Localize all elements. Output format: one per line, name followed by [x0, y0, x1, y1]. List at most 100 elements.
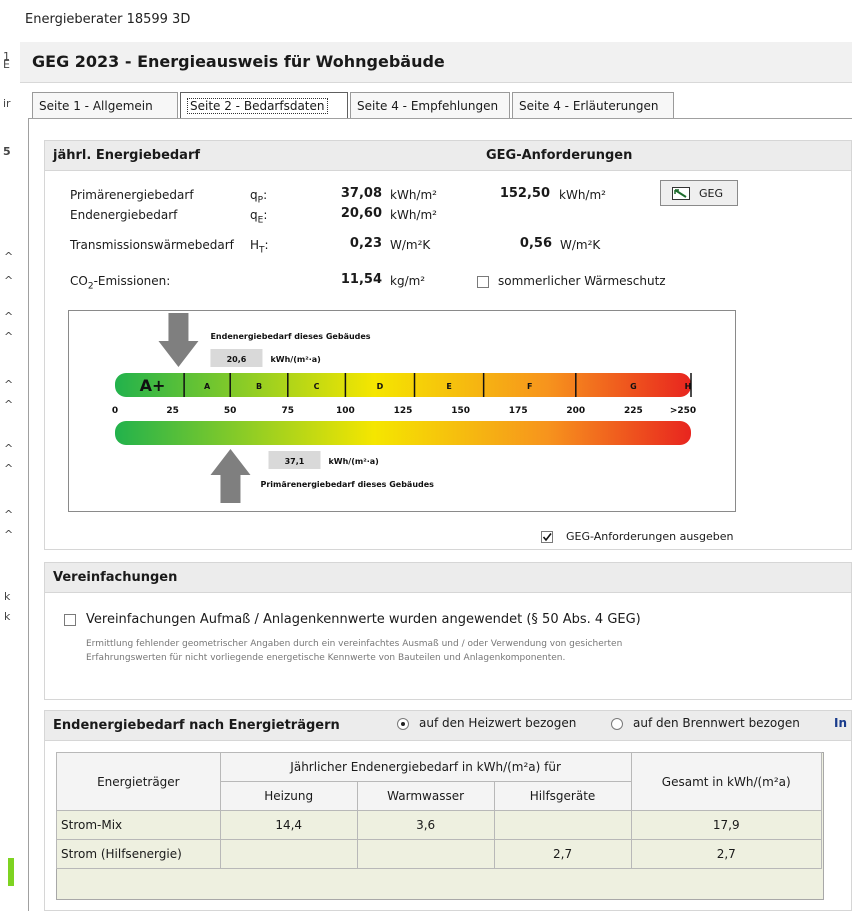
table-row[interactable]: Strom-Mix 14,4 3,6 17,9 [56, 810, 823, 840]
class-label: H [685, 382, 692, 391]
col-energietraeger: Energieträger [56, 752, 221, 811]
cell-name: Strom-Mix [56, 810, 221, 840]
cell-gesamt: 17,9 [630, 810, 823, 840]
primaer-caption: Primärenergiebedarf dieses Gebäudes [260, 480, 434, 489]
strip-mark: ^ [4, 330, 14, 343]
strip-mark: ^ [4, 250, 14, 263]
tab-bedarfsdaten[interactable]: Seite 2 - Bedarfsdaten [180, 92, 348, 119]
sommer-label: sommerlicher Wärmeschutz [498, 274, 666, 288]
geg-button[interactable]: GEG [660, 180, 738, 206]
unit-endenergie: kWh/m² [390, 208, 437, 222]
unit-co2: kg/m² [390, 274, 426, 288]
tick-label: 200 [566, 406, 585, 416]
end-value: 20,6 [227, 355, 247, 364]
cell-name: Strom (Hilfsenergie) [56, 839, 221, 869]
tick-label: 50 [224, 406, 237, 416]
table-row[interactable]: Strom (Hilfsenergie) 2,7 2,7 [56, 839, 823, 869]
tick-label: 100 [336, 406, 355, 416]
geg-value-transmission: 0,56 [519, 236, 552, 251]
cell-hilfsgeraete: 2,7 [493, 839, 632, 869]
label-endenergie: Endenergiebedarf [70, 208, 178, 222]
col-hilfsgeraete: Hilfsgeräte [493, 781, 632, 811]
strip-mark: 5 [3, 145, 11, 158]
tick-label: 225 [624, 406, 643, 416]
end-caption: Endenergiebedarf dieses Gebäudes [210, 332, 370, 341]
section-title: Endenergiebedarf nach Energieträgern [53, 718, 340, 733]
geg-unit-primaer: kWh/m² [559, 188, 606, 202]
window-title: Energieberater 18599 3D [25, 12, 191, 27]
section-title: jährl. Energiebedarf [53, 148, 201, 163]
class-bar [115, 373, 691, 397]
tick-label: 75 [282, 406, 295, 416]
geg-value-primaer: 152,50 [499, 186, 550, 201]
radio-heizwert[interactable] [397, 718, 409, 730]
left-window-strip: 1 E ir 5 ^ ^ ^ ^ ^ ^ ^ ^ ^ ^ k k [0, 0, 20, 911]
tick-label: 175 [509, 406, 528, 416]
green-marker [8, 858, 14, 886]
label-primaerenergie: Primärenergiebedarf [70, 188, 194, 202]
geg-output-label: GEG-Anforderungen ausgeben [566, 530, 734, 543]
tick-label: >250 [670, 406, 696, 416]
primaer-value: 37,1 [285, 457, 305, 466]
class-label: E [446, 382, 451, 391]
tick-label: 125 [394, 406, 413, 416]
cell-warmwasser [356, 839, 495, 869]
energy-scale: A+ A B C D E F G H 0 25 50 75 100 125 150 175 200 225 >250… [112, 313, 696, 503]
strip-mark: ^ [4, 378, 14, 391]
tab-label: Seite 1 - Allgemein [39, 99, 153, 113]
strip-mark: ^ [4, 398, 14, 411]
col-gesamt: Gesamt in kWh/(m²a) [630, 752, 823, 811]
primaer-bar [115, 421, 691, 445]
value-endenergie: 20,60 [340, 206, 382, 221]
col-heizung: Heizung [219, 781, 358, 811]
class-label: C [314, 382, 320, 391]
cell-gesamt: 2,7 [630, 839, 823, 869]
col-warmwasser: Warmwasser [356, 781, 495, 811]
tick-label: 25 [166, 406, 179, 416]
strip-mark: k [4, 610, 11, 623]
tab-empfehlungen[interactable]: Seite 4 - Empfehlungen [350, 92, 510, 118]
symbol-ht: HT: [250, 238, 269, 256]
geg-title: GEG-Anforderungen [486, 148, 633, 163]
geg-button-label: GEG [699, 187, 723, 200]
geg-output-checkbox[interactable] [541, 531, 553, 543]
value-primaerenergie: 37,08 [340, 186, 382, 201]
vereinfachung-checkbox[interactable] [64, 614, 76, 626]
symbol-qp: qP: [250, 188, 268, 206]
class-label: F [527, 382, 532, 391]
strip-mark: ir [3, 97, 11, 110]
vereinfachung-label: Vereinfachungen Aufmaß / Anlagenkennwert… [86, 612, 641, 627]
info-link[interactable]: In [834, 716, 847, 730]
sommer-checkbox[interactable] [477, 276, 489, 288]
col-group: Jährlicher Endenergiebedarf in kWh/(m²a)… [219, 752, 632, 782]
tab-erlaeuterungen[interactable]: Seite 4 - Erläuterungen [512, 92, 674, 118]
geg-unit-transmission: W/m²K [560, 238, 601, 252]
strip-mark: E [3, 58, 10, 71]
vereinfachung-desc-1: Ermittlung fehlender geometrischer Angab… [86, 639, 623, 649]
end-unit: kWh/(m²·a) [270, 355, 320, 364]
tab-allgemein[interactable]: Seite 1 - Allgemein [32, 92, 178, 118]
cell-heizung [219, 839, 358, 869]
energietraeger-table: Energieträger Jährlicher Endenergiebedar… [56, 752, 823, 869]
radio-brennwert-label: auf den Brennwert bezogen [633, 716, 800, 730]
strip-mark: ^ [4, 274, 14, 287]
class-label: B [256, 382, 262, 391]
tab-label: Seite 2 - Bedarfsdaten [187, 98, 328, 114]
section-header: Vereinfachungen [45, 563, 851, 593]
checkmark-icon [542, 533, 552, 542]
unit-transmission: W/m²K [390, 238, 431, 252]
unit-primaerenergie: kWh/m² [390, 188, 437, 202]
class-label: G [630, 382, 637, 391]
strip-mark: ^ [4, 528, 14, 541]
page-title: GEG 2023 - Energieausweis für Wohngebäud… [32, 52, 445, 71]
symbol-qe: qE: [250, 208, 268, 226]
radio-brennwert[interactable] [611, 718, 623, 730]
strip-mark: ^ [4, 462, 14, 475]
class-label: A [204, 382, 211, 391]
value-co2: 11,54 [340, 272, 382, 287]
cell-heizung: 14,4 [219, 810, 358, 840]
section-header: jährl. Energiebedarf GEG-Anforderungen [45, 141, 851, 171]
class-label: A+ [140, 376, 166, 395]
strip-mark: ^ [4, 508, 14, 521]
tick-label: 0 [112, 406, 118, 416]
